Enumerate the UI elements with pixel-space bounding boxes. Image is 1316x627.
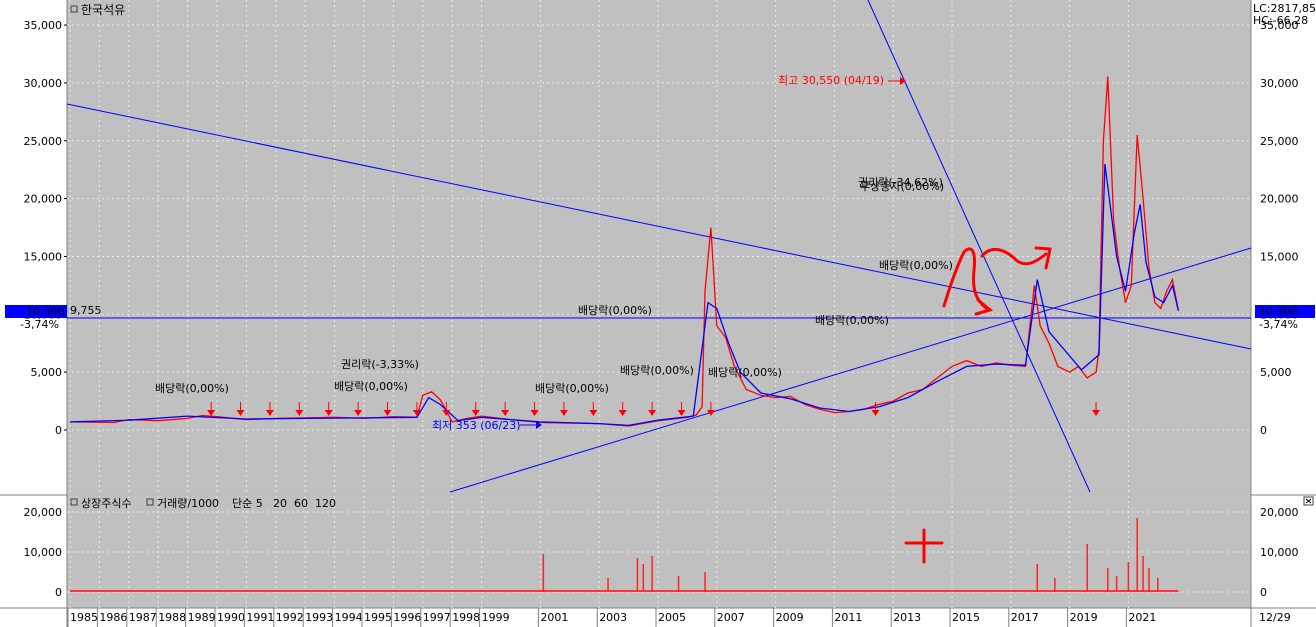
x-tick-label: 1996: [393, 611, 421, 624]
close-panel-icon[interactable]: [1303, 496, 1314, 506]
change-pct-left: -3,74%: [20, 318, 59, 331]
volume-legend: 상장주식수 거래량/1000 단순 5 20 60 120: [70, 497, 336, 510]
x-tick-label: 2007: [717, 611, 745, 624]
y-tick-label: 5,000: [31, 366, 63, 379]
volume-tick-label: 0: [55, 586, 62, 599]
x-tick-label: 1998: [452, 611, 480, 624]
x-tick-label: 1999: [482, 611, 510, 624]
y-tick-label: 15,000: [24, 250, 63, 263]
x-tick-label: 1985: [70, 611, 98, 624]
volume-tick-label: 0: [1260, 586, 1267, 599]
y-tick-label: 20,000: [1260, 193, 1299, 206]
legend-ma60: 60: [294, 497, 308, 510]
current-price-right: 10,300: [1259, 305, 1298, 318]
x-tick-label: 2017: [1011, 611, 1039, 624]
event-label: 권리락(-3,33%): [341, 358, 419, 371]
legend-ma120: 120: [315, 497, 336, 510]
x-tick-label: 2021: [1128, 611, 1156, 624]
event-label: 배당락(0,00%): [879, 259, 953, 272]
date-end-label: 12/29: [1259, 611, 1291, 624]
y-tick-label: 15,000: [1260, 250, 1299, 263]
x-tick-label: 1989: [188, 611, 216, 624]
hc-label: HC:-66,28: [1253, 14, 1308, 27]
legend-ma20: 20: [273, 497, 287, 510]
high-price-label: 최고 30,550 (04/19): [778, 74, 884, 87]
y-tick-label: 5,000: [1260, 366, 1292, 379]
event-label: 배당락(0,00%): [620, 364, 694, 377]
x-tick-label: 1986: [99, 611, 127, 624]
event-label: 배당락(0,00%): [578, 304, 652, 317]
volume-tick-label: 10,000: [1260, 546, 1299, 559]
y-tick-label: 25,000: [1260, 135, 1299, 148]
x-tick-label: 2011: [834, 611, 862, 624]
x-tick-label: 2003: [599, 611, 627, 624]
current-price-left: 10,300: [26, 305, 65, 318]
stock-title: 한국석유: [81, 3, 125, 17]
x-tick-label: 1994: [335, 611, 363, 624]
x-tick-label: 2009: [776, 611, 804, 624]
x-tick-label: 2001: [540, 611, 568, 624]
volume-tick-label: 10,000: [24, 546, 63, 559]
event-label: 배당락(0,00%): [535, 382, 609, 395]
event-label: 배당락(0,00%): [334, 380, 408, 393]
low-price-label: 최저 353 (06/23): [432, 419, 521, 432]
change-pct-right: -3,74%: [1259, 318, 1298, 331]
legend-shares-outstanding: 상장주식수: [81, 497, 132, 510]
x-tick-label: 1995: [364, 611, 392, 624]
x-tick-label: 1988: [158, 611, 186, 624]
x-tick-label: 1992: [276, 611, 304, 624]
x-tick-label: 1991: [246, 611, 274, 624]
x-tick-label: 2019: [1070, 611, 1098, 624]
event-label: 배당락(0,00%): [708, 366, 782, 379]
x-tick-label: 1997: [423, 611, 451, 624]
y-tick-label: 30,000: [1260, 77, 1299, 90]
x-tick-label: 2015: [952, 611, 980, 624]
y-tick-label: 30,000: [24, 77, 63, 90]
y-tick-label: 20,000: [24, 193, 63, 206]
y-tick-label: 0: [1260, 424, 1267, 437]
legend-ma5: 단순 5: [232, 497, 263, 510]
y-tick-label: 25,000: [24, 135, 63, 148]
legend-volume: 거래량/1000: [157, 497, 219, 510]
x-tick-label: 1993: [305, 611, 333, 624]
y-tick-label: 0: [55, 424, 62, 437]
y-tick-label: 35,000: [24, 19, 63, 32]
reference-line-value: 9,755: [70, 304, 102, 317]
volume-tick-label: 20,000: [1260, 506, 1299, 519]
event-label: 배당락(0,00%): [155, 382, 229, 395]
x-tick-label: 1987: [129, 611, 157, 624]
volume-tick-label: 20,000: [24, 506, 63, 519]
x-tick-label: 2013: [893, 611, 921, 624]
x-tick-label: 1990: [217, 611, 245, 624]
x-tick-label: 2005: [658, 611, 686, 624]
stock-chart[interactable]: 0 5,000 10,000 15,000 20,000 25,000 30,000 35,0…: [0, 0, 1316, 627]
event-label: 배당락(0,00%): [815, 314, 889, 327]
event-label: 무상증자(0,00%): [860, 180, 944, 193]
